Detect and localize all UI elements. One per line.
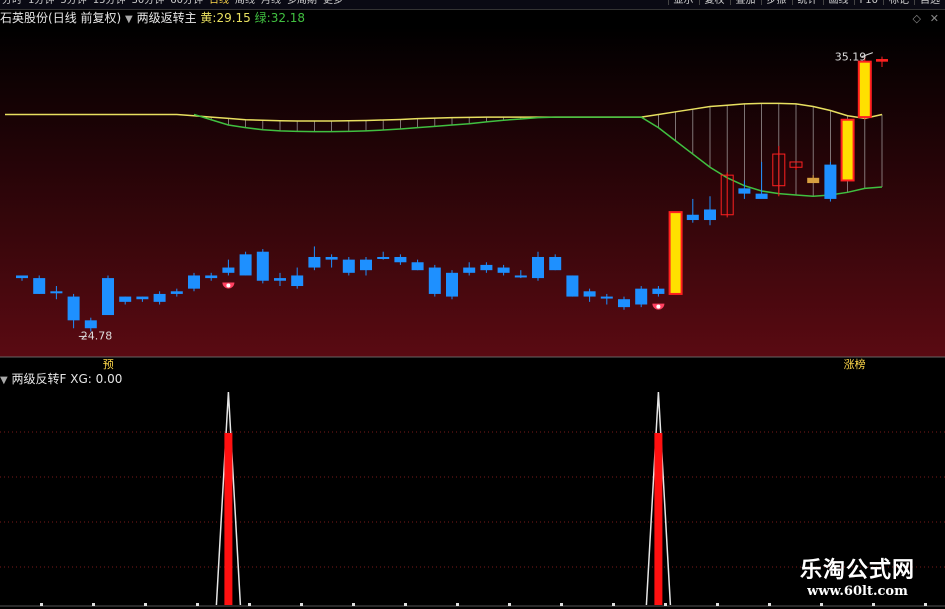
axis-tick (768, 603, 771, 606)
kline-chart[interactable]: 35.19 24.78 预 涨榜 (0, 0, 945, 609)
signal-candle (668, 211, 683, 295)
candle-body (360, 259, 372, 271)
axis-tick (248, 603, 251, 606)
candle-body (600, 296, 613, 299)
candle-body (807, 177, 820, 184)
axis-tick (352, 603, 355, 606)
candle-body (325, 256, 338, 260)
axis-tick (508, 603, 511, 606)
forecast-tag: 预 (103, 358, 114, 371)
axis-tick (716, 603, 719, 606)
candle-body (222, 267, 235, 273)
candle-body (119, 296, 132, 302)
candle-body (291, 275, 304, 287)
candle-body (136, 296, 149, 300)
watermark: 乐淘公式网 www.60lt.com (800, 552, 915, 599)
candle-body (102, 278, 114, 316)
candle-body (755, 193, 768, 199)
axis-tick (560, 603, 563, 606)
candle-body (394, 256, 407, 263)
candle-body (446, 272, 458, 297)
candle-body (377, 256, 390, 259)
candle-body (480, 264, 493, 271)
candle-body (239, 254, 252, 276)
candle-body (33, 278, 46, 294)
rank-tag[interactable]: 涨榜 (844, 357, 866, 371)
candle-body (67, 296, 80, 321)
axis-tick (144, 603, 147, 606)
axis-tick (196, 603, 199, 606)
watermark-url: www.60lt.com (807, 584, 908, 599)
axis-tick (40, 603, 43, 606)
candle-body (84, 320, 97, 329)
axis-tick (664, 603, 667, 606)
axis-tick (456, 603, 459, 606)
candle-body (497, 267, 510, 273)
axis-tick (300, 603, 303, 606)
signal-marker-dot (226, 283, 231, 288)
candle-body (583, 291, 596, 297)
candle-body (635, 288, 648, 305)
candle-body (566, 275, 579, 297)
candle-body (463, 267, 476, 273)
watermark-title: 乐淘公式网 (799, 557, 915, 583)
candle-body (428, 267, 441, 294)
candle-body (188, 275, 200, 289)
candle-body (205, 275, 218, 279)
candle-body (256, 251, 269, 281)
axis-tick (924, 603, 927, 606)
signal-candle (840, 118, 855, 182)
candle-body (153, 293, 166, 302)
axis-tick (92, 603, 95, 606)
candle-body (308, 256, 321, 268)
main-panel-background (0, 27, 945, 357)
high-price-label: 35.19 (835, 51, 867, 64)
candle-body (411, 262, 424, 271)
candle-body (514, 275, 527, 278)
candle-body (876, 59, 888, 62)
candle-body (652, 288, 665, 294)
axis-tick (820, 603, 823, 606)
candle-body (50, 291, 63, 294)
axis-tick (872, 603, 875, 606)
candle-body (170, 291, 183, 294)
candle-body (532, 256, 544, 279)
candle-body (342, 259, 355, 273)
candle-body (686, 214, 699, 221)
candle-body (16, 275, 28, 279)
signal-marker-dot (656, 304, 661, 309)
candle-body (704, 209, 716, 221)
candle-body (618, 299, 630, 308)
axis-tick (404, 603, 407, 606)
candle-body (738, 188, 751, 194)
xg-spike-bar (224, 433, 233, 605)
axis-tick (612, 603, 615, 606)
xg-spike-bar (654, 433, 663, 605)
candle-body (824, 164, 837, 199)
signal-candle (857, 60, 872, 119)
candle-body (549, 256, 562, 271)
candle-body (274, 278, 286, 281)
low-price-label: 24.78 (81, 329, 113, 342)
